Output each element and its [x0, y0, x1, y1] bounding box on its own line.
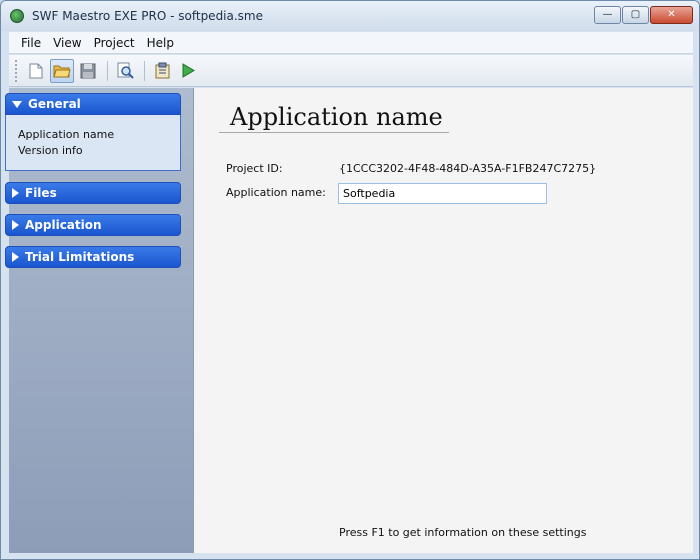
expanded-arrow-icon	[12, 100, 22, 108]
collapsed-arrow-icon	[12, 188, 19, 198]
open-button[interactable]	[50, 58, 74, 83]
window-controls: — ▢ ✕	[594, 6, 693, 24]
close-button[interactable]: ✕	[650, 6, 693, 24]
sidebar-section-label: Trial Limitations	[25, 250, 135, 264]
run-icon	[182, 63, 195, 78]
sidebar-item-version-info[interactable]: Version info	[18, 143, 180, 159]
settings-panel	[194, 88, 693, 553]
sidebar-section-label: Application	[25, 218, 102, 232]
project-id-value: {1CCC3202-4F48-484D-A35A-F1FB247C7275}	[339, 162, 597, 175]
sidebar-item-application-name[interactable]: Application name	[18, 127, 180, 143]
preview-button[interactable]	[113, 59, 137, 83]
toolbar-separator	[107, 60, 108, 81]
sidebar-section-files[interactable]: Files	[5, 182, 181, 204]
sidebar-section-application[interactable]: Application	[5, 214, 181, 236]
toolbar-separator	[144, 60, 145, 81]
menu-bar: File View Project Help	[9, 32, 693, 54]
open-folder-icon	[53, 65, 71, 78]
window-title: SWF Maestro EXE PRO - softpedia.sme	[32, 9, 264, 23]
toolbar-grip[interactable]	[15, 59, 18, 82]
run-button[interactable]	[176, 59, 200, 83]
collapsed-arrow-icon	[12, 252, 19, 262]
menu-view[interactable]: View	[53, 36, 81, 50]
title-divider	[219, 132, 449, 133]
application-name-label: Application name:	[226, 186, 326, 199]
page-title: Application name	[230, 103, 443, 131]
sidebar-section-trial-limitations[interactable]: Trial Limitations	[5, 246, 181, 268]
save-icon	[80, 63, 96, 78]
clipboard-icon	[155, 62, 169, 79]
sidebar-section-general-body: Application name Version info	[5, 115, 181, 171]
new-button[interactable]	[24, 59, 48, 83]
toolbar	[9, 55, 693, 87]
sidebar-section-label: Files	[25, 186, 57, 200]
menu-help[interactable]: Help	[147, 36, 174, 50]
save-button[interactable]	[76, 59, 100, 83]
app-logo-icon	[10, 9, 24, 23]
menu-project[interactable]: Project	[94, 36, 135, 50]
menu-file[interactable]: File	[21, 36, 41, 50]
app-window: SWF Maestro EXE PRO - softpedia.sme — ▢ …	[0, 0, 700, 560]
help-hint: Press F1 to get information on these set…	[339, 526, 587, 539]
project-id-label: Project ID:	[226, 162, 283, 175]
application-name-input[interactable]	[338, 183, 547, 204]
collapsed-arrow-icon	[12, 220, 19, 230]
sidebar-section-general[interactable]: General	[5, 93, 181, 115]
sidebar-section-label: General	[28, 97, 81, 111]
maximize-button[interactable]: ▢	[622, 6, 649, 24]
title-bar[interactable]: SWF Maestro EXE PRO - softpedia.sme — ▢ …	[1, 1, 699, 31]
minimize-button[interactable]: —	[594, 6, 621, 24]
preview-icon	[117, 62, 134, 79]
new-icon	[29, 63, 43, 78]
properties-button[interactable]	[150, 59, 174, 83]
